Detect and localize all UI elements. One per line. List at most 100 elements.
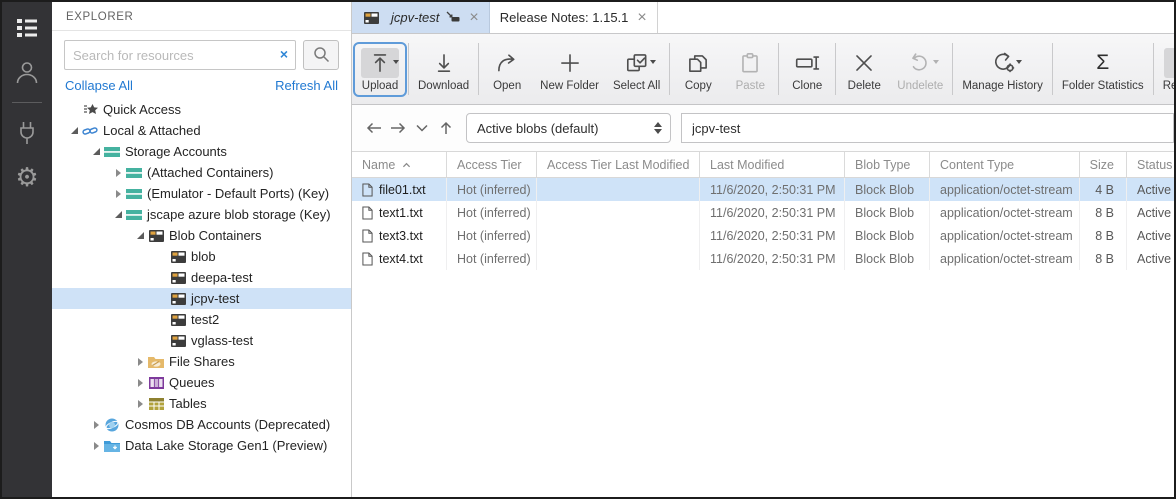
column-header-content-type[interactable]: Content Type xyxy=(930,152,1080,177)
clone-icon xyxy=(788,48,826,78)
open-button[interactable]: Open xyxy=(481,43,533,96)
table-row-file01-txt[interactable]: file01.txtHot (inferred)11/6/2020, 2:50:… xyxy=(352,178,1174,201)
expanded-arrow-icon[interactable] xyxy=(111,211,125,218)
blob-filter-select[interactable]: Active blobs (default) xyxy=(466,113,671,143)
tab-release-notes[interactable]: Release Notes: 1.15.1 × xyxy=(490,2,658,33)
magnifier-icon xyxy=(312,45,330,66)
clone-button[interactable]: Clone xyxy=(781,43,833,96)
table-row-text1-txt[interactable]: text1.txtHot (inferred)11/6/2020, 2:50:3… xyxy=(352,201,1174,224)
toolbar-button-label: Download xyxy=(418,80,469,92)
cell-size: 8 B xyxy=(1080,224,1127,247)
column-header-size[interactable]: Size xyxy=(1080,152,1127,177)
activity-bar: ⚙ xyxy=(2,2,52,497)
search-button[interactable] xyxy=(303,40,339,70)
clear-x-icon[interactable]: × xyxy=(280,46,288,63)
tree-item-deepa-test[interactable]: deepa-test xyxy=(52,267,351,288)
open-icon xyxy=(488,48,526,78)
table-row-text3-txt[interactable]: text3.txtHot (inferred)11/6/2020, 2:50:3… xyxy=(352,224,1174,247)
download-button[interactable]: Download xyxy=(411,43,476,96)
tree-item-blob-containers[interactable]: Blob Containers xyxy=(52,225,351,246)
cell-access-tier-last-modified xyxy=(537,247,700,270)
tree-item-quick-access[interactable]: Quick Access xyxy=(52,99,351,120)
tree-item-label: jscape azure blob storage (Key) xyxy=(147,207,331,222)
tree-item-emulator-default-ports-key[interactable]: (Emulator - Default Ports) (Key) xyxy=(52,183,351,204)
collapsed-arrow-icon[interactable] xyxy=(89,421,103,429)
back-arrow-icon[interactable] xyxy=(362,115,386,141)
tree-item-queues[interactable]: Queues xyxy=(52,372,351,393)
column-header-last-modified[interactable]: Last Modified xyxy=(700,152,845,177)
search-input[interactable] xyxy=(64,40,296,70)
select-all-button[interactable]: Select All xyxy=(606,43,667,96)
table-row-text4-txt[interactable]: text4.txtHot (inferred)11/6/2020, 2:50:3… xyxy=(352,247,1174,270)
copy-button[interactable]: Copy xyxy=(672,43,724,96)
cell-value: 11/6/2020, 2:50:31 PM xyxy=(710,206,836,220)
up-arrow-icon[interactable] xyxy=(434,115,458,141)
column-header-blob-type[interactable]: Blob Type xyxy=(845,152,930,177)
refresh-all-link[interactable]: Refresh All xyxy=(275,78,338,93)
expanded-arrow-icon[interactable] xyxy=(89,148,103,155)
collapsed-arrow-icon[interactable] xyxy=(89,442,103,450)
tree-item-storage-accounts[interactable]: Storage Accounts xyxy=(52,141,351,162)
toolbar-divider xyxy=(669,43,670,95)
chevron-down-icon[interactable] xyxy=(410,115,434,141)
column-header-access-tier-last-modified[interactable]: Access Tier Last Modified xyxy=(537,152,700,177)
collapsed-arrow-icon[interactable] xyxy=(133,358,147,366)
cell-blob-type: Block Blob xyxy=(845,224,930,247)
cell-value: Block Blob xyxy=(855,252,914,266)
forward-arrow-icon[interactable] xyxy=(386,115,410,141)
column-header-label: Size xyxy=(1090,158,1114,172)
tree-item-blob[interactable]: blob xyxy=(52,246,351,267)
tree-item-file-shares[interactable]: File Shares xyxy=(52,351,351,372)
expanded-arrow-icon[interactable] xyxy=(133,232,147,239)
column-header-status[interactable]: Status xyxy=(1127,152,1176,177)
column-header-access-tier[interactable]: Access Tier xyxy=(447,152,537,177)
delete-icon xyxy=(845,48,883,78)
collapsed-arrow-icon[interactable] xyxy=(111,169,125,177)
folder-statistics-button[interactable]: ΣFolder Statistics xyxy=(1055,43,1151,96)
settings-gear-icon[interactable]: ⚙ xyxy=(2,155,52,199)
tab-jcpv-test[interactable]: jcpv-test × xyxy=(352,2,490,33)
delete-button[interactable]: Delete xyxy=(838,43,890,96)
cell-status: Active xyxy=(1127,201,1176,224)
collapsed-arrow-icon[interactable] xyxy=(133,379,147,387)
cell-value: application/octet-stream xyxy=(940,206,1073,220)
column-header-name[interactable]: Name xyxy=(352,152,447,177)
refresh-button[interactable]: Refresh xyxy=(1156,43,1176,96)
blob-filter-value: Active blobs (default) xyxy=(477,121,654,136)
tree-item-test2[interactable]: test2 xyxy=(52,309,351,330)
cell-content-type: application/octet-stream xyxy=(930,201,1080,224)
file-icon xyxy=(362,206,373,220)
sort-ascending-icon xyxy=(401,158,412,172)
paste-button[interactable]: Paste xyxy=(724,43,776,96)
toolbar-divider xyxy=(478,43,479,95)
close-icon[interactable]: × xyxy=(637,10,646,26)
container-icon xyxy=(148,229,164,242)
cell-value: Active xyxy=(1137,229,1171,243)
upload-button[interactable]: Upload xyxy=(354,43,406,96)
tree-item-jscape-azure-blob-storage-key[interactable]: jscape azure blob storage (Key) xyxy=(52,204,351,225)
plug-icon[interactable] xyxy=(2,111,52,155)
cell-value: Active xyxy=(1137,183,1171,197)
tree-item-local-attached[interactable]: Local & Attached xyxy=(52,120,351,141)
collapsed-arrow-icon[interactable] xyxy=(133,400,147,408)
tree-item-jcpv-test[interactable]: jcpv-test xyxy=(52,288,351,309)
cell-value: application/octet-stream xyxy=(940,229,1073,243)
account-icon[interactable] xyxy=(2,50,52,94)
undelete-button[interactable]: Undelete xyxy=(890,43,950,96)
collapsed-arrow-icon[interactable] xyxy=(111,190,125,198)
new-folder-button[interactable]: New Folder xyxy=(533,43,606,96)
explorer-icon[interactable] xyxy=(2,6,52,50)
cell-blob-type: Block Blob xyxy=(845,178,930,201)
close-icon[interactable]: × xyxy=(469,10,478,26)
search-row: × xyxy=(64,40,339,70)
tree-item-cosmos-db-accounts-deprecated[interactable]: Cosmos DB Accounts (Deprecated) xyxy=(52,414,351,435)
tree-item-vglass-test[interactable]: vglass-test xyxy=(52,330,351,351)
tree-item-data-lake-storage-gen1-preview[interactable]: Data Lake Storage Gen1 (Preview) xyxy=(52,435,351,456)
tree-item-tables[interactable]: Tables xyxy=(52,393,351,414)
path-input[interactable] xyxy=(681,113,1174,143)
expanded-arrow-icon[interactable] xyxy=(67,127,81,134)
navigation-bar: Active blobs (default) xyxy=(352,105,1174,151)
manage-history-button[interactable]: Manage History xyxy=(955,43,1050,96)
tree-item-attached-containers[interactable]: (Attached Containers) xyxy=(52,162,351,183)
collapse-all-link[interactable]: Collapse All xyxy=(65,78,133,93)
